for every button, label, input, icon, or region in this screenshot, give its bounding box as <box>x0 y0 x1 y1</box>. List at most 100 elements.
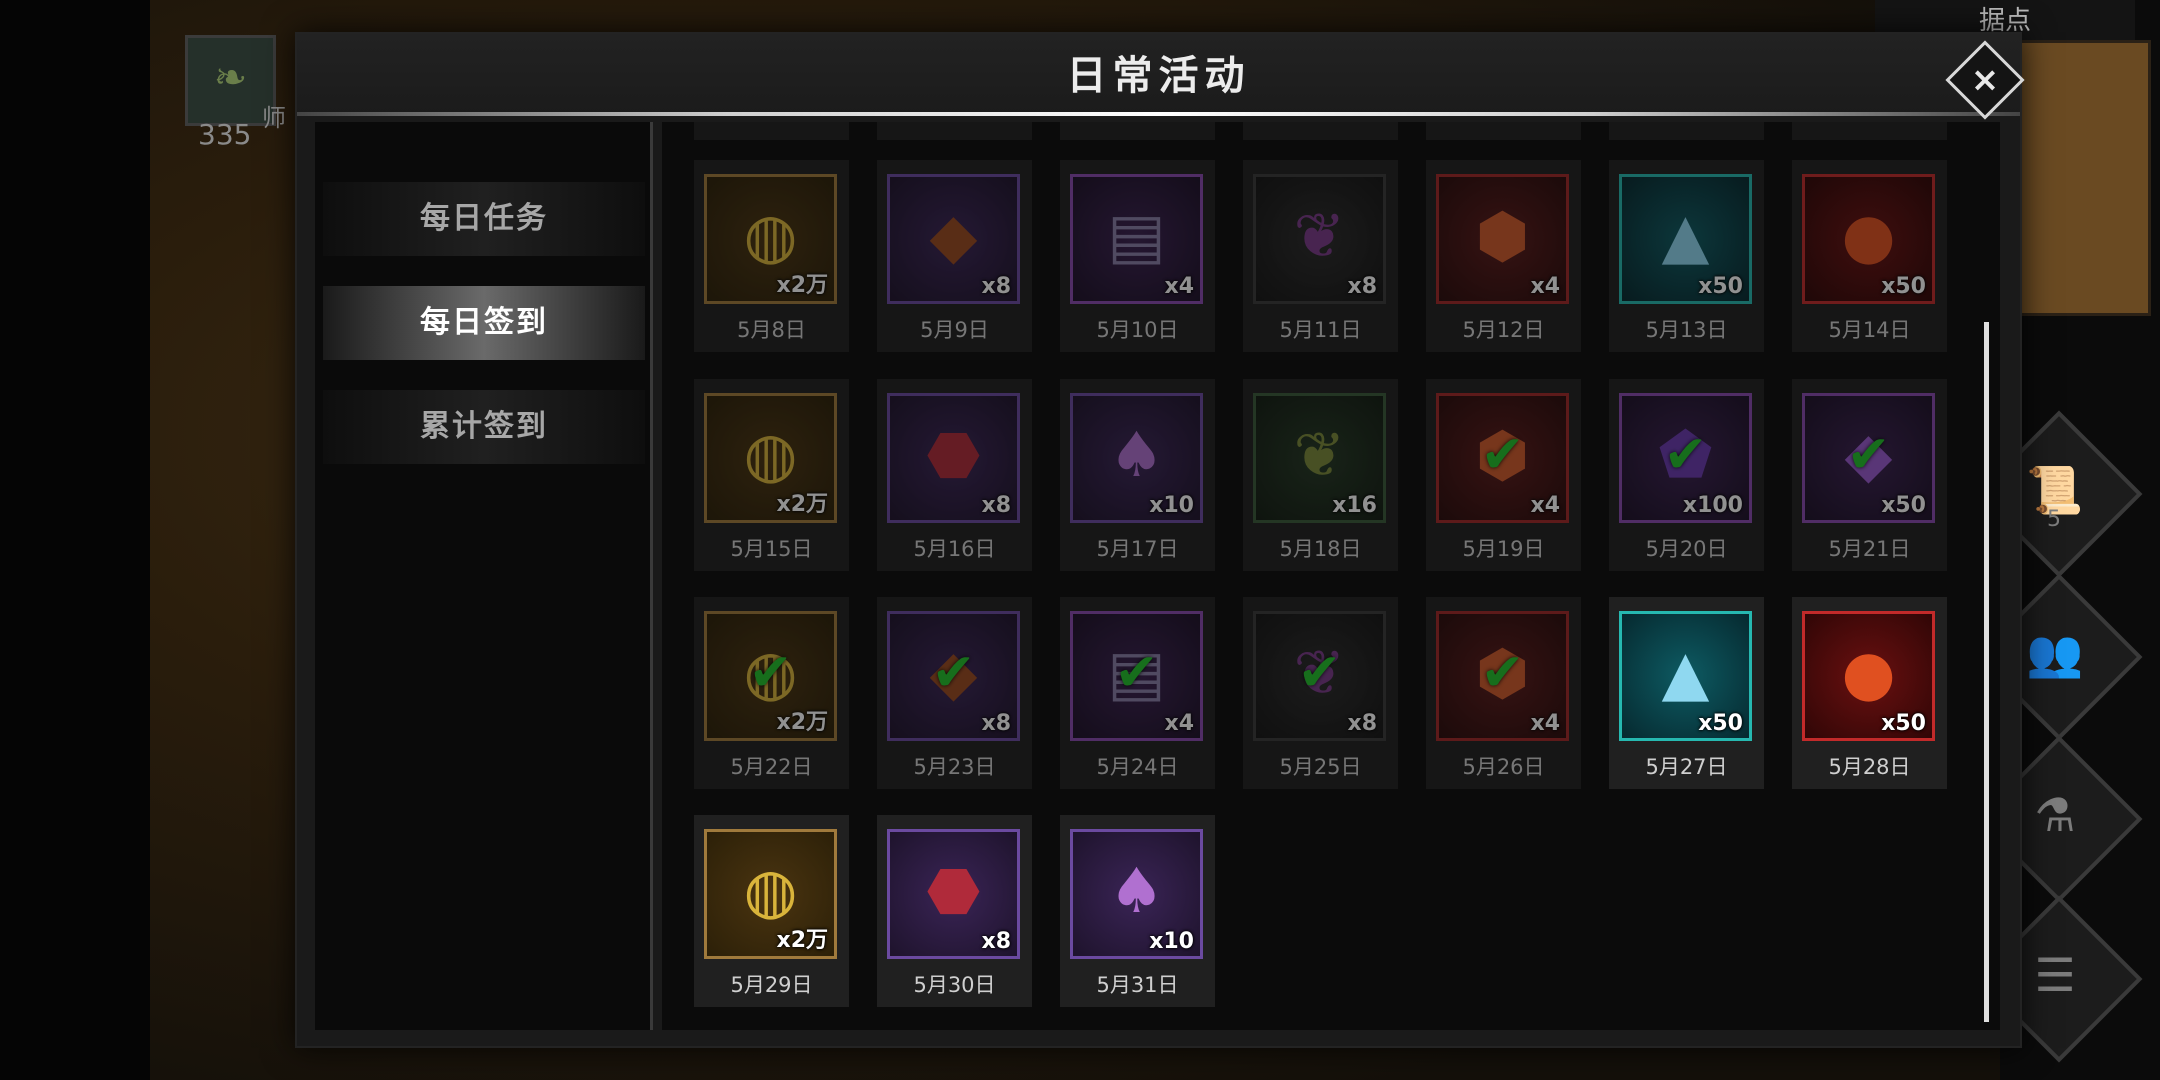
reward-date: 5月9日 <box>920 318 989 342</box>
reward-card[interactable]: ◆ ✔ x50 5月21日 <box>1792 379 1947 571</box>
reward-icon-frame: ❦ x16 <box>1253 393 1386 523</box>
sidebar: 每日任务 每日签到 累计签到 <box>315 122 653 1030</box>
reward-icon-frame: ▤ x4 <box>1070 174 1203 304</box>
reward-card[interactable]: ◍ x2万 5月29日 <box>694 815 849 1007</box>
reward-card[interactable]: ▲ x50 5月27日 <box>1609 597 1764 789</box>
tab-cumulative-checkin[interactable]: 累计签到 <box>323 390 645 464</box>
reward-card-partial <box>1792 122 1947 140</box>
reward-date: 5月22日 <box>730 755 813 779</box>
reward-quantity: x8 <box>981 711 1012 736</box>
reward-card[interactable]: ◍ ✔ x2万 5月22日 <box>694 597 849 789</box>
reward-icon-frame: ❦ ✔ x8 <box>1253 611 1386 741</box>
reward-card[interactable]: ⬣ x8 5月30日 <box>877 815 1032 1007</box>
player-value: 335 <box>198 118 252 151</box>
reward-icon-frame: ⬣ x8 <box>887 393 1020 523</box>
panel-header: 日常活动 <box>297 34 2020 114</box>
reward-card-partial <box>1609 122 1764 140</box>
reward-card[interactable]: ◍ x2万 5月8日 <box>694 160 849 352</box>
reward-card[interactable]: ♠ x10 5月17日 <box>1060 379 1215 571</box>
list-icon: ☰ <box>2034 948 2076 1002</box>
reward-card[interactable]: ● x50 5月28日 <box>1792 597 1947 789</box>
reward-icon-frame: ⬣ x8 <box>887 829 1020 959</box>
reward-date: 5月8日 <box>737 318 806 342</box>
reward-quantity: x2万 <box>776 492 829 517</box>
reward-icon-frame: ◍ x2万 <box>704 393 837 523</box>
reward-icon-frame: ❦ x8 <box>1253 174 1386 304</box>
reward-date: 5月19日 <box>1462 537 1545 561</box>
scrollbar-thumb[interactable] <box>1984 322 1989 1022</box>
reward-quantity: x50 <box>1881 274 1926 299</box>
reward-quantity: x8 <box>981 493 1012 518</box>
reward-card[interactable]: ⬢ ✔ x4 5月26日 <box>1426 597 1581 789</box>
reward-card[interactable]: ▤ ✔ x4 5月24日 <box>1060 597 1215 789</box>
header-divider <box>297 112 2020 116</box>
panel-title: 日常活动 <box>1066 53 1251 99</box>
reward-icon-frame: ● x50 <box>1802 174 1935 304</box>
reward-date: 5月16日 <box>913 537 996 561</box>
reward-card[interactable]: ❦ ✔ x8 5月25日 <box>1243 597 1398 789</box>
reward-quantity: x8 <box>981 929 1012 954</box>
reward-card[interactable]: ❦ x16 5月18日 <box>1243 379 1398 571</box>
reward-icon-frame: ▲ x50 <box>1619 174 1752 304</box>
reward-quantity: x8 <box>1347 274 1378 299</box>
reward-date: 5月10日 <box>1096 318 1179 342</box>
reward-card[interactable]: ● x50 5月14日 <box>1792 160 1947 352</box>
reward-icon-frame: ◆ ✔ x8 <box>887 611 1020 741</box>
reward-quantity: x50 <box>1881 711 1926 736</box>
reward-grid[interactable]: ◍ x2万 5月8日 ◆ x8 5月9日 ▤ x4 5月10日 ❦ x8 5月11日 ⬢ x4 5月12日 ▲… <box>662 122 2000 1030</box>
reward-card[interactable]: ◆ x8 5月9日 <box>877 160 1032 352</box>
reward-quantity: x2万 <box>776 710 829 735</box>
reward-icon-frame: ◍ x2万 <box>704 829 837 959</box>
reward-card[interactable]: ◍ x2万 5月15日 <box>694 379 849 571</box>
reward-date: 5月13日 <box>1645 318 1728 342</box>
reward-quantity: x2万 <box>776 273 829 298</box>
reward-card[interactable]: ⬣ x8 5月16日 <box>877 379 1032 571</box>
reward-icon-frame: ⬢ x4 <box>1436 174 1569 304</box>
reward-icon-frame: ♠ x10 <box>1070 829 1203 959</box>
reward-card[interactable]: ♠ x10 5月31日 <box>1060 815 1215 1007</box>
reward-date: 5月23日 <box>913 755 996 779</box>
left-hud-area <box>0 0 150 1080</box>
player-name: 师 <box>262 104 286 132</box>
reward-quantity: x16 <box>1332 493 1377 518</box>
quest-count: 5 <box>2047 507 2061 532</box>
reward-quantity: x50 <box>1881 493 1926 518</box>
reward-card[interactable]: ◆ ✔ x8 5月23日 <box>877 597 1032 789</box>
tab-daily-tasks[interactable]: 每日任务 <box>323 182 645 256</box>
reward-quantity: x4 <box>1530 711 1561 736</box>
player-portrait-icon: ❧ <box>213 55 248 101</box>
reward-card[interactable]: ⬟ ✔ x100 5月20日 <box>1609 379 1764 571</box>
group-icon: 👥 <box>2026 626 2084 680</box>
reward-date: 5月31日 <box>1096 973 1179 997</box>
reward-quantity: x4 <box>1164 274 1195 299</box>
reward-date: 5月24日 <box>1096 755 1179 779</box>
reward-date: 5月28日 <box>1828 755 1911 779</box>
reward-quantity: x10 <box>1149 929 1194 954</box>
potion-icon: ⚗ <box>2034 788 2076 842</box>
tab-daily-checkin[interactable]: 每日签到 <box>323 286 645 360</box>
reward-card-partial <box>877 122 1032 140</box>
reward-quantity: x4 <box>1530 493 1561 518</box>
minimap[interactable] <box>2010 40 2151 316</box>
reward-date: 5月29日 <box>730 973 813 997</box>
reward-card-partial <box>1243 122 1398 140</box>
reward-quantity: x100 <box>1682 493 1743 518</box>
reward-icon-frame: ▲ x50 <box>1619 611 1752 741</box>
reward-date: 5月25日 <box>1279 755 1362 779</box>
reward-date: 5月26日 <box>1462 755 1545 779</box>
reward-quantity: x2万 <box>776 928 829 953</box>
reward-quantity: x8 <box>981 274 1012 299</box>
reward-date: 5月14日 <box>1828 318 1911 342</box>
reward-card-partial <box>1060 122 1215 140</box>
reward-icon-frame: ◆ x8 <box>887 174 1020 304</box>
reward-card[interactable]: ⬢ x4 5月12日 <box>1426 160 1581 352</box>
reward-card[interactable]: ▤ x4 5月10日 <box>1060 160 1215 352</box>
reward-card[interactable]: ⬢ ✔ x4 5月19日 <box>1426 379 1581 571</box>
reward-icon-frame: ▤ ✔ x4 <box>1070 611 1203 741</box>
reward-date: 5月27日 <box>1645 755 1728 779</box>
reward-card-partial <box>1426 122 1581 140</box>
reward-date: 5月30日 <box>913 973 996 997</box>
reward-card[interactable]: ▲ x50 5月13日 <box>1609 160 1764 352</box>
reward-card[interactable]: ❦ x8 5月11日 <box>1243 160 1398 352</box>
reward-date: 5月17日 <box>1096 537 1179 561</box>
